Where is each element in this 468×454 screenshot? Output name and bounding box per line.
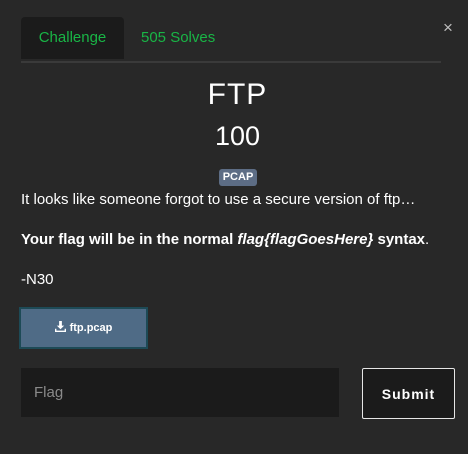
flag-note-format: flag{flagGoesHere}: [237, 231, 374, 248]
submit-button[interactable]: Submit: [362, 368, 455, 419]
challenge-description: It looks like someone forgot to use a se…: [21, 191, 416, 208]
download-icon: [54, 321, 66, 332]
challenge-points: 100: [214, 121, 261, 151]
flag-format-note: Your flag will be in the normal flag{fla…: [21, 231, 429, 248]
flag-note-period: .: [425, 231, 430, 248]
flag-note-prefix: Your flag will be in the normal: [21, 231, 238, 248]
close-button[interactable]: ×: [441, 18, 455, 37]
tab-challenge[interactable]: Challenge: [21, 17, 124, 59]
challenge-title: FTP: [207, 78, 268, 111]
close-icon: ×: [443, 18, 453, 37]
download-file-button[interactable]: ftp.pcap: [19, 307, 148, 349]
flag-input[interactable]: [21, 368, 339, 417]
tab-solves[interactable]: 505 Solves: [141, 17, 215, 59]
file-name: ftp.pcap: [69, 322, 113, 334]
flag-note-suffix: syntax: [373, 231, 426, 248]
category-badge: PCAP: [219, 169, 257, 186]
challenge-author: -N30: [21, 271, 54, 288]
challenge-tabs: Challenge 505 Solves: [21, 17, 441, 63]
